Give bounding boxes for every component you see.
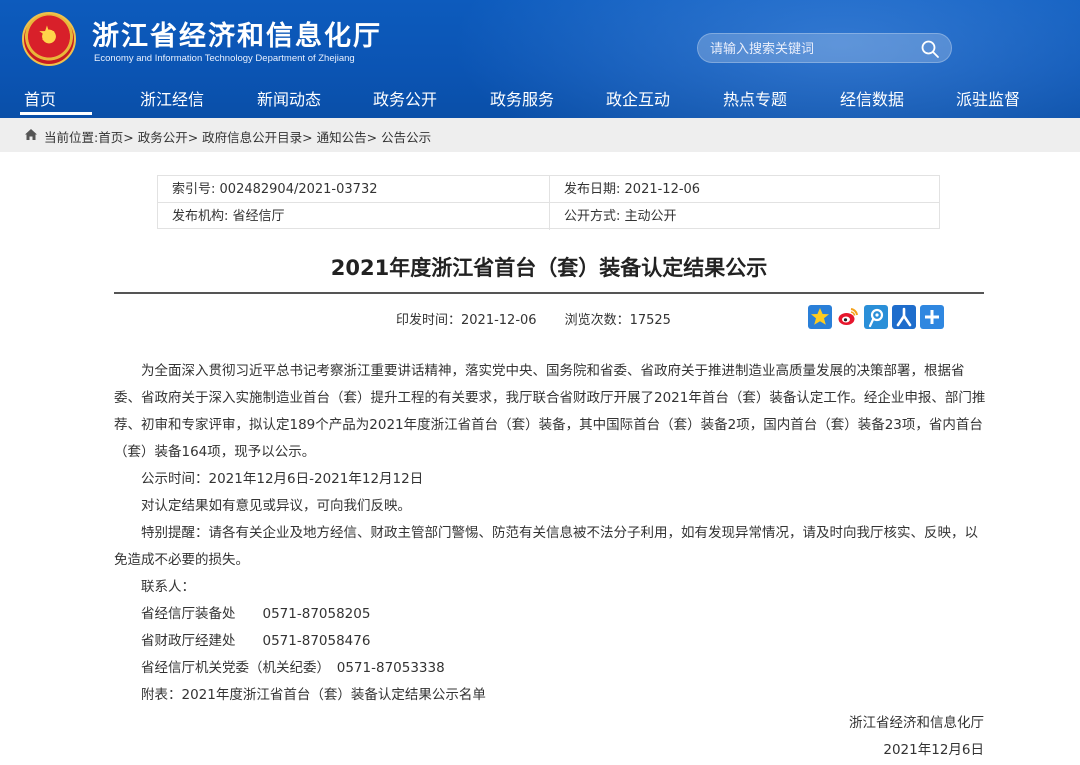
- title-divider: [114, 292, 984, 294]
- attachment-link[interactable]: 附表：2021年度浙江省首台（套）装备认定结果公示名单: [141, 682, 486, 708]
- nav-item-government-services[interactable]: 政务服务: [490, 86, 554, 110]
- contact-finance-division: 省财政厅经建处 0571-87058476: [141, 633, 371, 649]
- breadcrumb-label: 当前位置:: [44, 130, 99, 145]
- contact-equipment-division: 省经信厅装备处 0571-87058205: [141, 606, 371, 622]
- main-nav: 首页 浙江经信 新闻动态 政务公开 政务服务 政企互动 热点专题 经信数据 派驻…: [0, 78, 1080, 118]
- paragraph-feedback: 对认定结果如有意见或异议，可向我们反映。: [141, 498, 411, 514]
- breadcrumb: 当前位置:首页> 政务公开> 政府信息公开目录> 通知公告> 公告公示: [44, 130, 432, 145]
- qzone-share-icon[interactable]: [808, 305, 832, 329]
- search-icon[interactable]: [920, 39, 940, 59]
- site-title[interactable]: 浙江省经济和信息化厅: [92, 14, 382, 53]
- emblem-star-icon: ★: [38, 21, 56, 45]
- signature-date: 2021年12月6日: [883, 742, 984, 758]
- paragraph-reminder-line2: 免造成不必要的损失。: [114, 552, 249, 568]
- contact-party-committee: 省经信厅机关党委（机关纪委） 0571-87053338: [141, 660, 445, 676]
- contact-label: 联系人：: [141, 579, 195, 595]
- more-share-icon[interactable]: [920, 305, 944, 329]
- meta-table: 索引号: 002482904/2021-03732 发布日期: 2021-12-…: [157, 175, 940, 230]
- weibo-share-icon[interactable]: [836, 305, 860, 329]
- meta-disclosure-mode: 公开方式: 主动公开: [549, 203, 940, 230]
- signature-organization: 浙江省经济和信息化厅: [849, 715, 984, 731]
- nav-item-interaction[interactable]: 政企互动: [606, 86, 670, 110]
- tencent-weibo-share-icon[interactable]: [864, 305, 888, 329]
- meta-organization: 发布机构: 省经信厅: [172, 209, 285, 224]
- nav-item-home[interactable]: 首页: [24, 86, 56, 110]
- site-header: ★ 浙江省经济和信息化厅 Economy and Information Tec…: [0, 0, 1080, 118]
- renren-share-icon[interactable]: [892, 305, 916, 329]
- paragraph-reminder-line1: 特别提醒：请各有关企业及地方经信、财政主管部门警惕、防范有关信息被不法分子利用，…: [141, 525, 978, 541]
- nav-item-zhejiang-jingxin[interactable]: 浙江经信: [140, 86, 204, 110]
- publish-info: 印发时间：2021-12-06 浏览次数：17525: [396, 309, 671, 328]
- breadcrumb-gov-affairs[interactable]: 政务公开: [138, 130, 188, 145]
- meta-index: 索引号: 002482904/2021-03732: [158, 176, 549, 203]
- views-label: 浏览次数：: [564, 313, 630, 328]
- print-date-label: 印发时间：: [396, 313, 462, 328]
- breadcrumb-info-directory[interactable]: 政府信息公开目录: [202, 130, 302, 145]
- emblem-icon[interactable]: ★: [22, 12, 76, 66]
- home-icon: [25, 129, 37, 140]
- paragraph-notice-period: 公示时间：2021年12月6日-2021年12月12日: [141, 471, 424, 487]
- search-box: [697, 33, 952, 63]
- meta-publish-date: 发布日期: 2021-12-06: [549, 176, 940, 203]
- breadcrumb-notices[interactable]: 通知公告: [317, 130, 367, 145]
- nav-item-government-affairs[interactable]: 政务公开: [373, 86, 437, 110]
- nav-item-topics[interactable]: 热点专题: [723, 86, 787, 110]
- article-title: 2021年度浙江省首台（套）装备认定结果公示: [330, 256, 768, 280]
- nav-item-news[interactable]: 新闻动态: [257, 86, 321, 110]
- breadcrumb-bar: 当前位置:首页> 政务公开> 政府信息公开目录> 通知公告> 公告公示: [0, 118, 1080, 152]
- view-count: 17525: [629, 313, 671, 328]
- search-input[interactable]: [710, 39, 910, 59]
- breadcrumb-home[interactable]: 首页: [98, 130, 123, 145]
- nav-active-indicator: [20, 112, 92, 115]
- site-subtitle: Economy and Information Technology Depar…: [94, 53, 355, 64]
- nav-item-supervision[interactable]: 派驻监督: [956, 86, 1020, 110]
- nav-item-data[interactable]: 经信数据: [840, 86, 904, 110]
- breadcrumb-announcements[interactable]: 公告公示: [381, 130, 431, 145]
- print-date: 2021-12-06: [461, 313, 537, 328]
